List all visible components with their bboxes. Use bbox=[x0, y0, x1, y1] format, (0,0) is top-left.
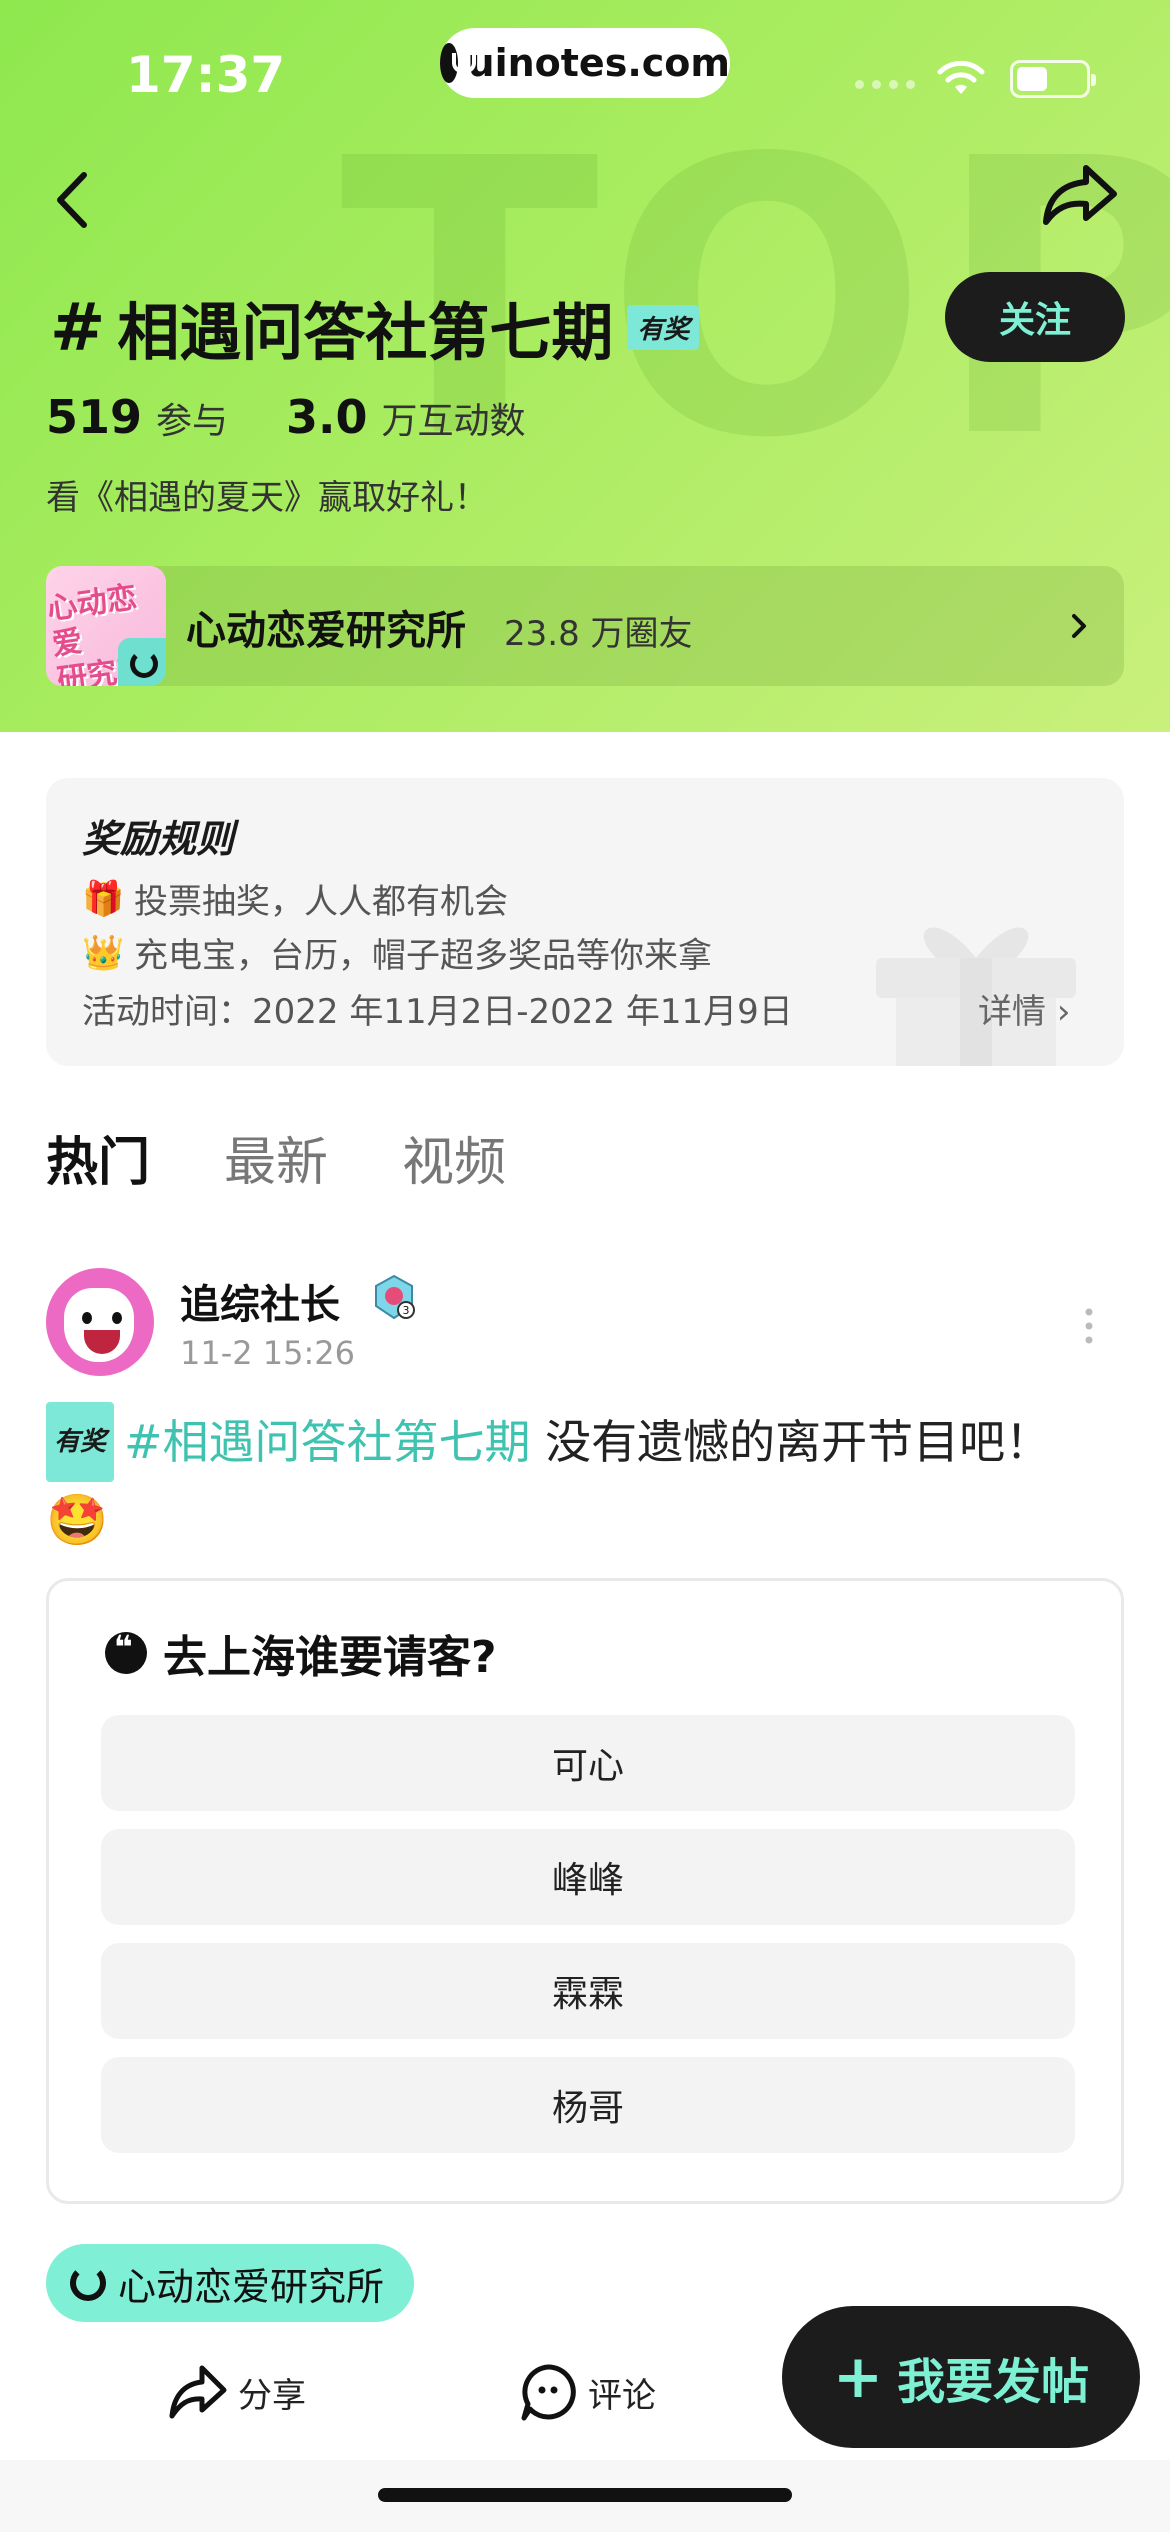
interactions-count: 3.0 bbox=[286, 390, 368, 444]
topic-stats: 519 参与 3.0 万互动数 bbox=[46, 390, 570, 444]
signal-dots-icon bbox=[855, 80, 915, 89]
circle-tag[interactable]: 心动恋爱研究所 bbox=[46, 2244, 415, 2322]
poll-card: 去上海谁要请客? 可心 峰峰 霖霖 杨哥 bbox=[46, 1578, 1124, 2204]
hash-icon: # bbox=[50, 288, 106, 366]
share-label: 分享 bbox=[238, 2375, 306, 2416]
comment-icon bbox=[521, 2364, 576, 2421]
share-icon bbox=[169, 2365, 227, 2419]
circle-members: 23.8 万圈友 bbox=[504, 614, 693, 654]
crown-icon: 👑 bbox=[82, 932, 125, 973]
prize-badge: 有奖 bbox=[46, 1402, 115, 1482]
create-post-label: 我要发帖 bbox=[897, 2354, 1090, 2410]
follow-button[interactable]: 关注 bbox=[945, 272, 1125, 362]
poll-option[interactable]: 峰峰 bbox=[101, 1829, 1075, 1925]
circle-card[interactable]: 心动恋爱 研究所 心动恋爱研究所 23.8 万圈友 bbox=[46, 566, 1124, 686]
prize-badge: 有奖 bbox=[627, 304, 700, 350]
share-button[interactable]: 分享 bbox=[168, 2362, 306, 2422]
circle-name: 心动恋爱研究所 bbox=[186, 608, 466, 654]
participants-label: 参与 bbox=[156, 401, 229, 442]
poll-option[interactable]: 杨哥 bbox=[101, 2057, 1075, 2153]
circle-tag-label: 心动恋爱研究所 bbox=[118, 2264, 385, 2309]
circle-thumbnail: 心动恋爱 研究所 bbox=[46, 566, 166, 686]
url-text: uinotes.com bbox=[467, 41, 730, 85]
poll-option[interactable]: 可心 bbox=[101, 1715, 1075, 1811]
avatar[interactable] bbox=[46, 1268, 154, 1376]
star-struck-emoji-icon: 🤩 bbox=[46, 1491, 109, 1549]
post-body: 有奖 #相遇问答社第七期 没有遗憾的离开节目吧！ 🤩 bbox=[46, 1402, 1126, 1559]
topic-title: # 相遇问答社第七期 有奖 bbox=[50, 282, 700, 372]
battery-icon bbox=[1010, 60, 1096, 98]
rules-line-lottery: 🎁 投票抽奖，人人都有机会 bbox=[82, 874, 508, 923]
topic-hero: TOPIC 17:37 uinotes.com # 相遇问答社第七期 有奖 关注… bbox=[0, 0, 1170, 732]
rewards-rules-card: 奖励规则 🎁 投票抽奖，人人都有机会 👑 充电宝，台历，帽子超多奖品等你来拿 活… bbox=[46, 778, 1124, 1066]
poll-question-text: 去上海谁要请客? bbox=[163, 1632, 497, 1683]
wifi-icon bbox=[937, 60, 985, 94]
tab-video[interactable]: 视频 bbox=[402, 1120, 506, 1195]
circle-app-icon bbox=[118, 638, 166, 686]
tab-latest[interactable]: 最新 bbox=[224, 1120, 328, 1195]
create-post-button[interactable]: + 我要发帖 bbox=[782, 2306, 1140, 2448]
poll-question: 去上海谁要请客? bbox=[105, 1621, 497, 1685]
topic-title-text: 相遇问答社第七期 bbox=[117, 296, 614, 369]
gift-icon: 🎁 bbox=[82, 878, 125, 919]
status-time: 17:37 bbox=[126, 46, 286, 104]
back-arrow-icon[interactable] bbox=[44, 165, 104, 235]
chevron-right-icon bbox=[1072, 614, 1086, 638]
interactions-label: 万互动数 bbox=[381, 401, 526, 442]
quote-icon bbox=[105, 1628, 147, 1674]
tab-hot[interactable]: 热门 bbox=[46, 1120, 150, 1195]
site-logo-icon bbox=[440, 43, 476, 83]
topic-description: 看《相遇的夏天》赢取好礼！ bbox=[46, 478, 488, 518]
circle-logo-icon bbox=[70, 2265, 106, 2301]
post-topic-link[interactable]: #相遇问答社第七期 bbox=[124, 1415, 531, 1469]
rules-detail-label: 详情 bbox=[978, 992, 1046, 1032]
chevron-right-icon: › bbox=[1056, 992, 1071, 1032]
rules-line-text: 充电宝，台历，帽子超多奖品等你来拿 bbox=[134, 936, 712, 976]
rules-line-text: 投票抽奖，人人都有机会 bbox=[134, 882, 508, 922]
comment-button[interactable]: 评论 bbox=[518, 2362, 656, 2422]
home-indicator[interactable] bbox=[378, 2488, 792, 2502]
share-icon[interactable] bbox=[1040, 160, 1120, 230]
feed-tabs: 热门 最新 视频 bbox=[46, 1120, 506, 1195]
plus-icon: + bbox=[832, 2342, 884, 2412]
activity-time: 活动时间：2022 年11月2日-2022 年11月9日 bbox=[82, 992, 793, 1032]
comment-label: 评论 bbox=[588, 2375, 656, 2416]
poll-option[interactable]: 霖霖 bbox=[101, 1943, 1075, 2039]
level-badge-icon: 3 bbox=[375, 1274, 415, 1320]
post-time: 11-2 15:26 bbox=[180, 1334, 356, 1372]
author-name[interactable]: 追综社长 bbox=[180, 1272, 340, 1330]
participants-count: 519 bbox=[46, 390, 143, 444]
more-options-icon[interactable] bbox=[1084, 1306, 1094, 1346]
rules-line-prizes: 👑 充电宝，台历，帽子超多奖品等你来拿 bbox=[82, 928, 712, 977]
rules-detail-link[interactable]: 详情 › bbox=[978, 984, 1070, 1033]
post-text: 没有遗憾的离开节目吧！ bbox=[530, 1415, 1052, 1469]
svg-text:3: 3 bbox=[403, 1304, 410, 1317]
url-pill[interactable]: uinotes.com bbox=[440, 28, 730, 98]
rules-title: 奖励规则 bbox=[82, 817, 235, 861]
